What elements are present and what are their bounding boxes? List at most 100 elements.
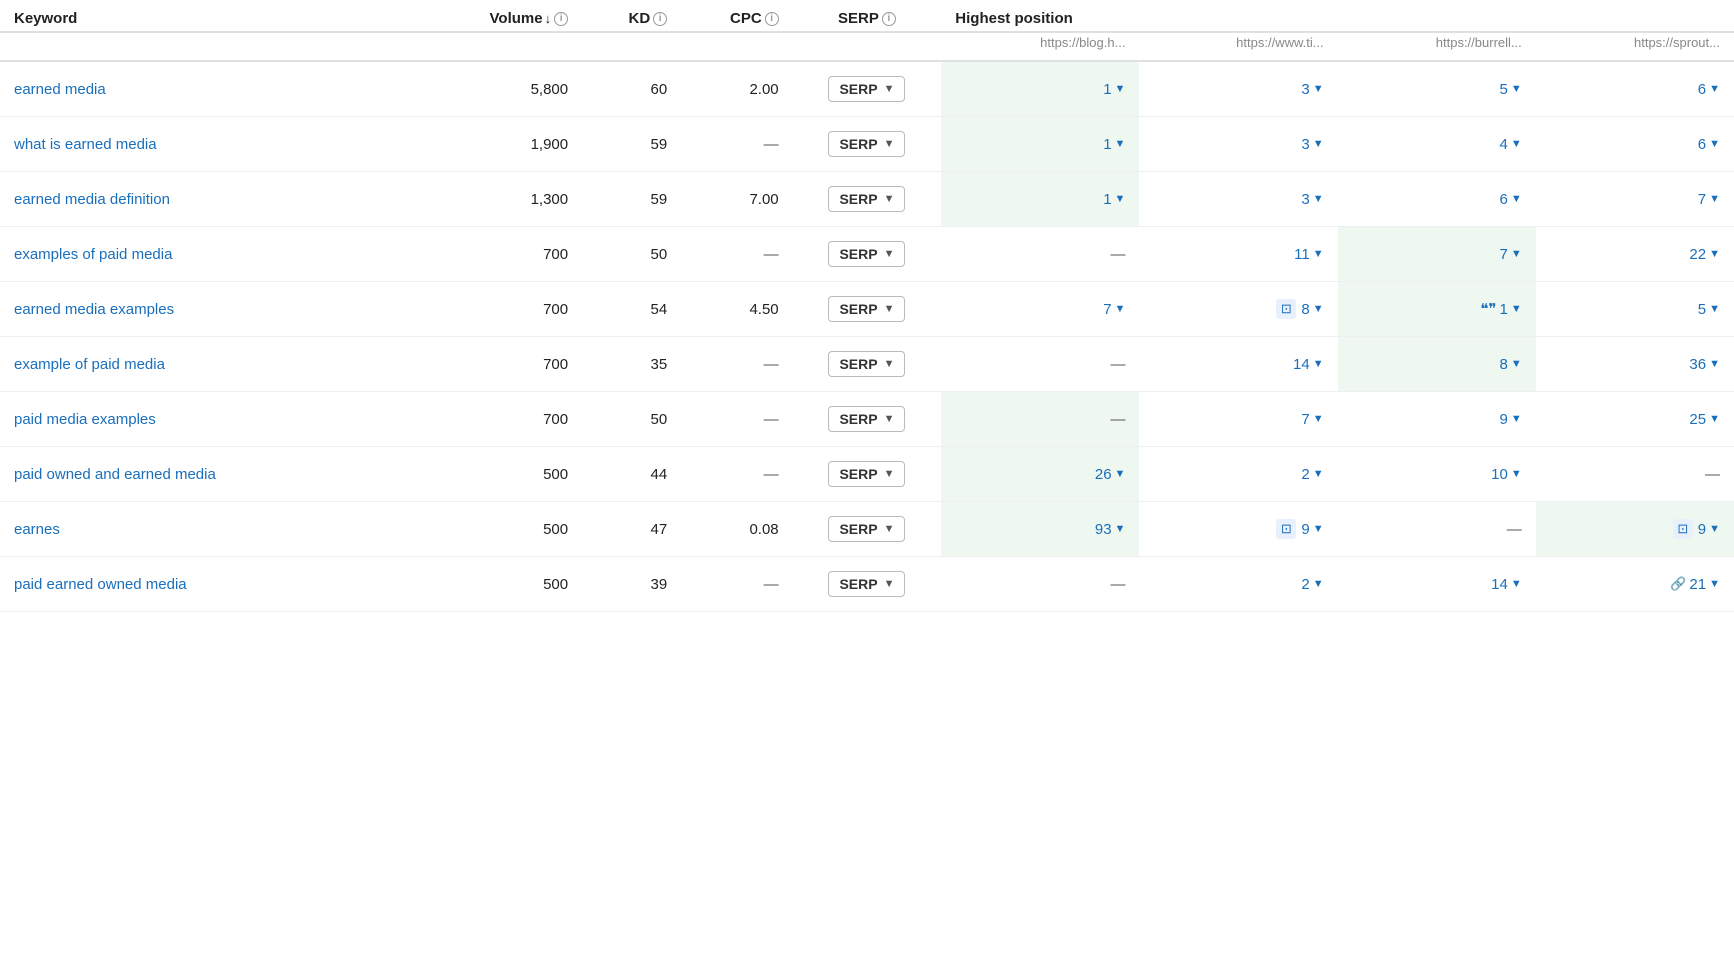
position-cell-2[interactable]: — [1338,502,1536,557]
position-dropdown-arrow[interactable]: ▼ [1511,138,1522,150]
serp-cell[interactable]: SERP▼ [793,447,942,502]
keyword-link[interactable]: earned media examples [14,301,174,318]
position-cell-2[interactable]: 8▼ [1338,337,1536,392]
serp-button[interactable]: SERP▼ [828,461,905,487]
position-cell-1[interactable]: 3▼ [1139,172,1337,227]
keyword-link[interactable]: paid media examples [14,411,156,428]
serp-cell[interactable]: SERP▼ [793,392,942,447]
cpc-info-icon[interactable]: i [765,12,779,26]
position-cell-3[interactable]: 25▼ [1536,392,1734,447]
position-value[interactable]: 22▼ [1689,246,1720,263]
position-dropdown-arrow[interactable]: ▼ [1313,468,1324,480]
position-cell-0[interactable]: 93▼ [941,502,1139,557]
serp-cell[interactable]: SERP▼ [793,557,942,612]
keyword-cell[interactable]: paid owned and earned media [0,447,421,502]
position-dropdown-arrow[interactable]: ▼ [1115,138,1126,150]
position-value[interactable]: 3▼ [1301,81,1323,98]
position-value[interactable]: 10▼ [1491,466,1522,483]
keyword-cell[interactable]: earned media examples [0,282,421,337]
position-dropdown-arrow[interactable]: ▼ [1709,523,1720,535]
position-cell-0[interactable]: 1▼ [941,61,1139,117]
position-dropdown-arrow[interactable]: ▼ [1313,358,1324,370]
keyword-link[interactable]: example of paid media [14,356,165,373]
serp-cell[interactable]: SERP▼ [793,61,942,117]
position-cell-0[interactable]: 7▼ [941,282,1139,337]
position-dropdown-arrow[interactable]: ▼ [1709,138,1720,150]
position-value[interactable]: 36▼ [1689,356,1720,373]
position-dropdown-arrow[interactable]: ▼ [1313,578,1324,590]
keyword-cell[interactable]: examples of paid media [0,227,421,282]
serp-cell[interactable]: SERP▼ [793,172,942,227]
position-dropdown-arrow[interactable]: ▼ [1709,83,1720,95]
position-cell-1[interactable]: ⊡9▼ [1139,502,1337,557]
keyword-link[interactable]: earnes [14,521,60,538]
position-value[interactable]: 7▼ [1500,246,1522,263]
position-cell-1[interactable]: 14▼ [1139,337,1337,392]
position-dropdown-arrow[interactable]: ▼ [1115,83,1126,95]
position-cell-1[interactable]: 11▼ [1139,227,1337,282]
position-cell-2[interactable]: 9▼ [1338,392,1536,447]
serp-button[interactable]: SERP▼ [828,571,905,597]
serp-button[interactable]: SERP▼ [828,406,905,432]
serp-button[interactable]: SERP▼ [828,186,905,212]
position-cell-1[interactable]: 3▼ [1139,117,1337,172]
position-value[interactable]: 🔗21▼ [1670,576,1720,593]
position-cell-0[interactable]: — [941,337,1139,392]
position-value[interactable]: ❝❞1▼ [1480,300,1521,318]
position-value[interactable]: 1▼ [1103,191,1125,208]
position-dropdown-arrow[interactable]: ▼ [1709,358,1720,370]
keyword-link[interactable]: what is earned media [14,136,157,153]
position-cell-2[interactable]: 5▼ [1338,61,1536,117]
position-value[interactable]: 2▼ [1301,576,1323,593]
position-cell-0[interactable]: — [941,392,1139,447]
keyword-cell[interactable]: earnes [0,502,421,557]
serp-cell[interactable]: SERP▼ [793,282,942,337]
position-dropdown-arrow[interactable]: ▼ [1115,523,1126,535]
position-cell-3[interactable]: 5▼ [1536,282,1734,337]
position-value[interactable]: 6▼ [1698,136,1720,153]
position-dropdown-arrow[interactable]: ▼ [1511,578,1522,590]
serp-cell[interactable]: SERP▼ [793,502,942,557]
position-value[interactable]: 4▼ [1500,136,1522,153]
keyword-link[interactable]: paid earned owned media [14,576,187,593]
position-value[interactable]: 5▼ [1698,301,1720,318]
position-value[interactable]: 26▼ [1095,466,1126,483]
keyword-cell[interactable]: paid media examples [0,392,421,447]
position-cell-0[interactable]: 1▼ [941,172,1139,227]
position-value[interactable]: 7▼ [1301,411,1323,428]
serp-cell[interactable]: SERP▼ [793,227,942,282]
position-value[interactable]: 5▼ [1500,81,1522,98]
serp-cell[interactable]: SERP▼ [793,117,942,172]
position-dropdown-arrow[interactable]: ▼ [1511,303,1522,315]
position-cell-2[interactable]: 6▼ [1338,172,1536,227]
keyword-cell[interactable]: earned media [0,61,421,117]
position-value[interactable]: 1▼ [1103,81,1125,98]
position-cell-2[interactable]: 7▼ [1338,227,1536,282]
position-cell-1[interactable]: 3▼ [1139,61,1337,117]
volume-info-icon[interactable]: i [554,12,568,26]
serp-button[interactable]: SERP▼ [828,131,905,157]
position-value[interactable]: ⊡9▼ [1673,519,1720,539]
position-cell-1[interactable]: 2▼ [1139,557,1337,612]
position-value[interactable]: 14▼ [1293,356,1324,373]
position-value[interactable]: 6▼ [1698,81,1720,98]
position-dropdown-arrow[interactable]: ▼ [1115,468,1126,480]
position-cell-3[interactable]: ⊡9▼ [1536,502,1734,557]
keyword-cell[interactable]: what is earned media [0,117,421,172]
position-cell-3[interactable]: 22▼ [1536,227,1734,282]
position-value[interactable]: ⊡9▼ [1276,519,1323,539]
position-cell-3[interactable]: 6▼ [1536,61,1734,117]
position-cell-1[interactable]: ⊡8▼ [1139,282,1337,337]
position-dropdown-arrow[interactable]: ▼ [1511,248,1522,260]
position-value[interactable]: 7▼ [1103,301,1125,318]
position-cell-1[interactable]: 7▼ [1139,392,1337,447]
position-dropdown-arrow[interactable]: ▼ [1511,193,1522,205]
position-dropdown-arrow[interactable]: ▼ [1709,578,1720,590]
position-dropdown-arrow[interactable]: ▼ [1313,138,1324,150]
position-value[interactable]: 8▼ [1500,356,1522,373]
serp-button[interactable]: SERP▼ [828,241,905,267]
serp-button[interactable]: SERP▼ [828,296,905,322]
serp-cell[interactable]: SERP▼ [793,337,942,392]
position-dropdown-arrow[interactable]: ▼ [1709,413,1720,425]
position-dropdown-arrow[interactable]: ▼ [1511,83,1522,95]
